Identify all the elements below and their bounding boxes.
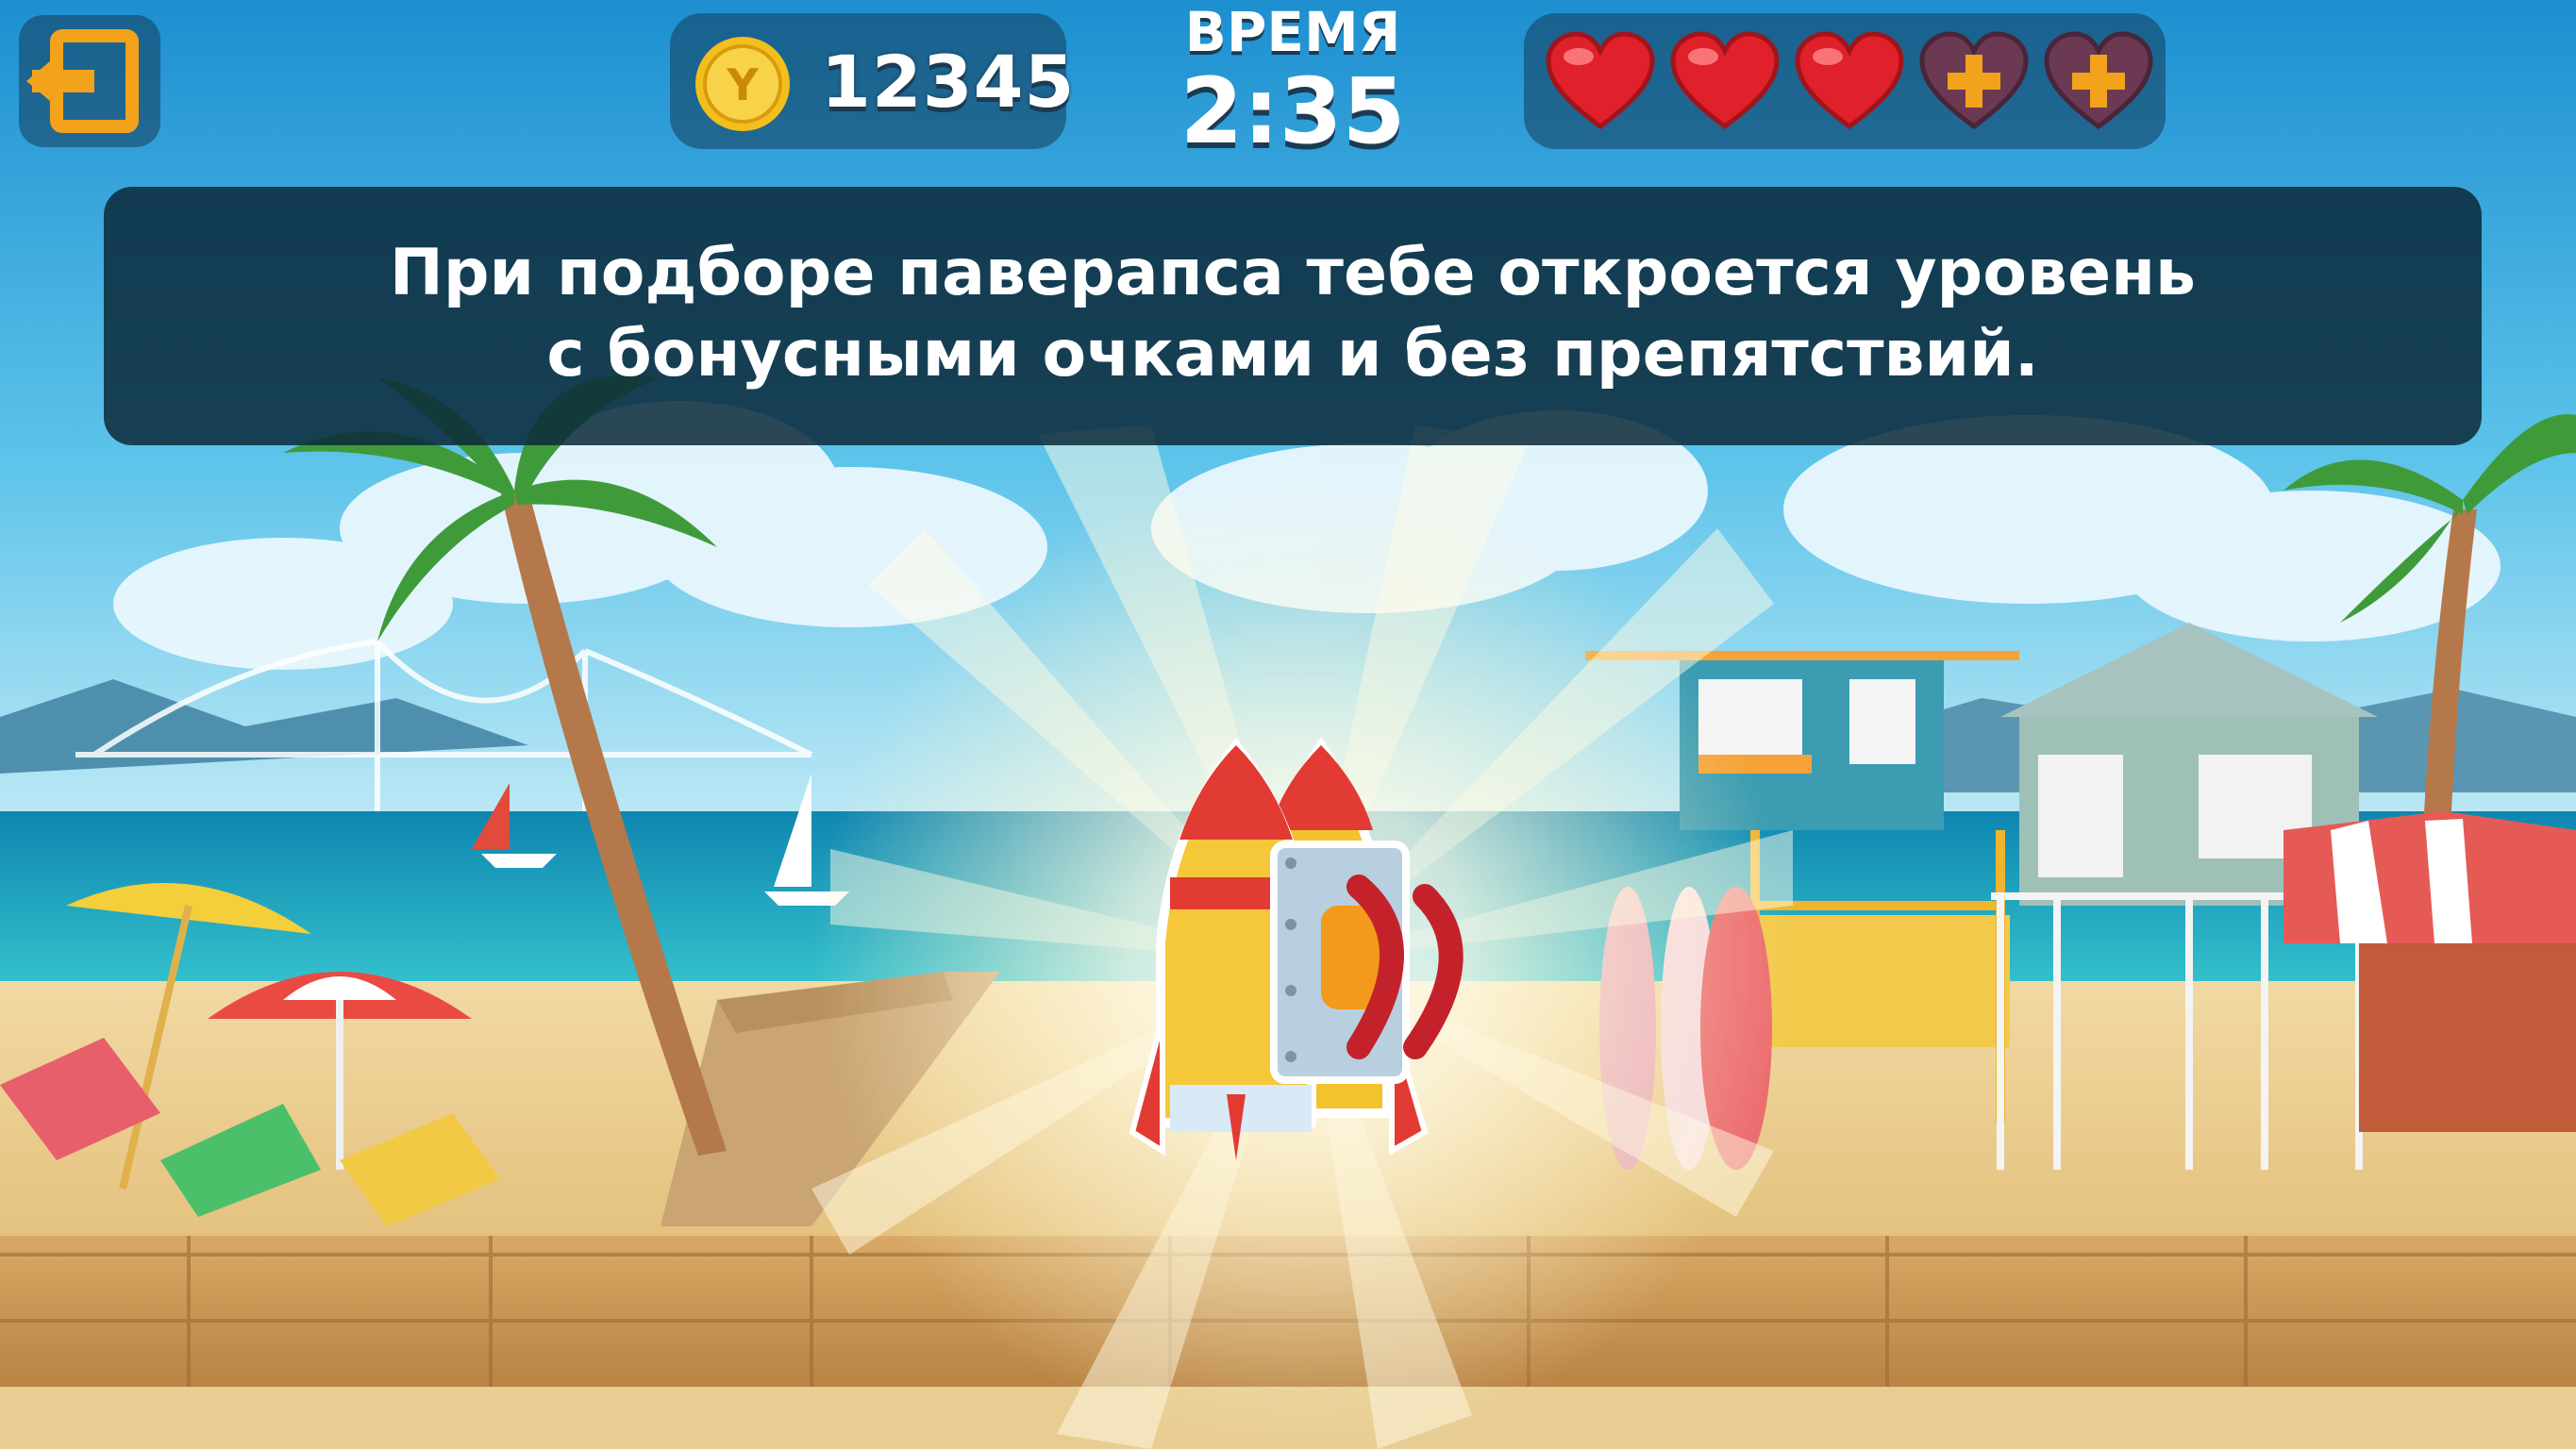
exit-door-arrow-icon [26, 29, 139, 133]
hint-text-line-1: При подборе паверапса тебе откроется уро… [389, 236, 2197, 310]
timer-value: 2:35 [1179, 58, 1406, 164]
exit-button[interactable] [19, 15, 160, 147]
timer-label: ВРЕМЯ [1184, 0, 1401, 64]
heart-icon [1546, 31, 1655, 130]
heart-plus-icon[interactable] [2041, 30, 2156, 134]
coin-counter-panel: Y 12345 [670, 13, 1074, 149]
hint-text-line-2: с бонусными очками и без препятствий. [546, 317, 2039, 391]
lives-panel [1524, 13, 2166, 149]
heart-plus-icon[interactable] [1916, 30, 2032, 134]
heart-icon [1670, 31, 1780, 130]
coin-icon: Y [695, 37, 790, 131]
coin-count: 12345 [821, 40, 1076, 124]
heart-icon [1795, 31, 1904, 130]
hint-message-panel: При подборе паверапса тебе откроется уро… [104, 187, 2482, 445]
coin-symbol: Y [726, 59, 759, 110]
